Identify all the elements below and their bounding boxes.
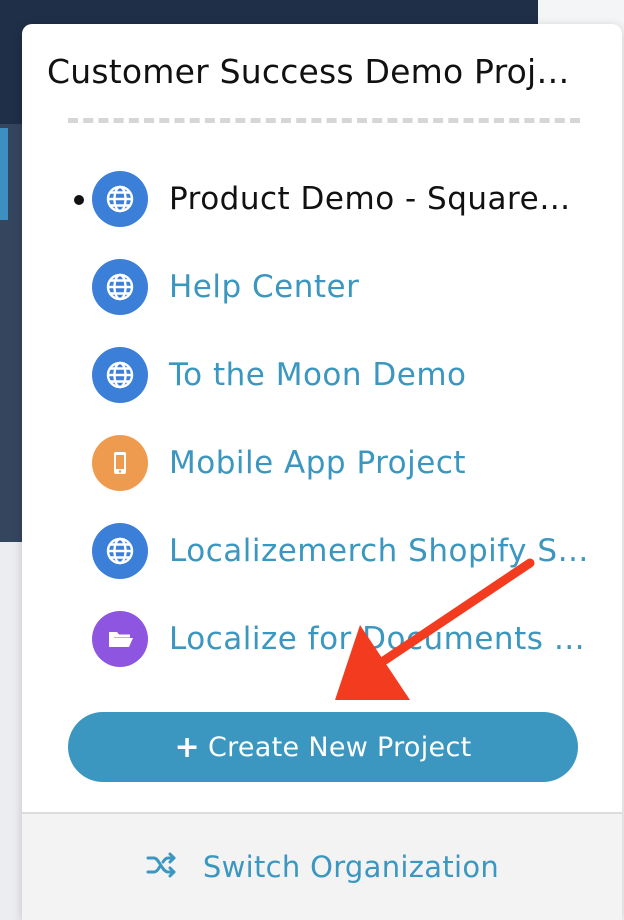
active-project-bullet — [74, 195, 84, 205]
project-item-help-center[interactable]: Help Center — [22, 252, 622, 322]
mobile-phone-icon — [92, 435, 148, 491]
globe-icon — [92, 259, 148, 315]
project-item-localize-for-documents[interactable]: Localize for Documents … — [22, 604, 622, 674]
project-label: Product Demo - Square… — [169, 181, 571, 217]
project-label: Mobile App Project — [169, 445, 467, 481]
project-item-to-the-moon-demo[interactable]: To the Moon Demo — [22, 340, 622, 410]
project-item-localizemerch-shopify[interactable]: Localizemerch Shopify S… — [22, 516, 622, 586]
globe-icon — [92, 347, 148, 403]
shuffle-icon — [145, 850, 179, 884]
project-label: Help Center — [169, 269, 360, 305]
divider — [68, 118, 580, 123]
globe-icon — [92, 171, 148, 227]
create-new-project-label: Create New Project — [207, 731, 472, 763]
create-new-project-button[interactable]: + Create New Project — [68, 712, 578, 782]
project-item-product-demo[interactable]: Product Demo - Square… — [22, 164, 622, 234]
project-switcher-dropdown: Customer Success Demo Proj… Product Demo… — [22, 24, 622, 920]
project-label: Localize for Documents … — [169, 621, 586, 657]
switch-organization-button[interactable]: Switch Organization — [22, 812, 622, 920]
organization-title: Customer Success Demo Proj… — [47, 52, 570, 91]
switch-organization-label: Switch Organization — [202, 850, 500, 884]
project-label: To the Moon Demo — [169, 357, 467, 393]
open-folder-icon — [92, 611, 148, 667]
background-content-left — [0, 542, 22, 920]
globe-icon — [92, 523, 148, 579]
background-sidebar-highlight — [0, 128, 8, 220]
project-label: Localizemerch Shopify S… — [169, 533, 590, 569]
project-item-mobile-app-project[interactable]: Mobile App Project — [22, 428, 622, 498]
plus-icon: + — [174, 729, 200, 765]
